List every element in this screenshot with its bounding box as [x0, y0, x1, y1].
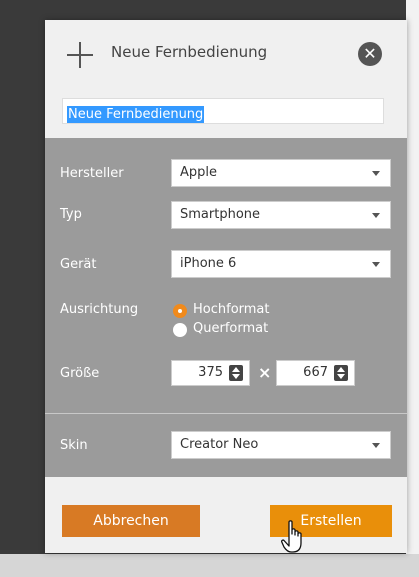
width-value: 375 [198, 365, 223, 380]
new-remote-dialog: Neue Fernbedienung ✕ Neue Fernbedienung … [45, 20, 407, 553]
hand-cursor-icon [281, 520, 302, 553]
radio-unchecked-icon[interactable] [173, 323, 187, 337]
chevron-down-icon [372, 262, 380, 267]
close-icon[interactable]: ✕ [358, 42, 382, 66]
skin-select[interactable]: Creator Neo [171, 431, 391, 459]
cancel-button[interactable]: Abbrechen [62, 505, 200, 537]
times-icon: × [258, 363, 272, 382]
type-label: Typ [60, 207, 82, 222]
skin-value: Creator Neo [180, 437, 259, 452]
spinner-arrows-icon[interactable] [229, 365, 243, 381]
background-app [406, 0, 419, 577]
manufacturer-label: Hersteller [60, 166, 124, 181]
orientation-portrait-label: Hochformat [193, 302, 270, 317]
size-label: Größe [60, 366, 100, 381]
orientation-landscape-label: Querformat [193, 321, 269, 336]
height-value: 667 [303, 365, 328, 380]
dialog-title: Neue Fernbedienung [111, 43, 268, 61]
device-select[interactable]: iPhone 6 [171, 250, 391, 278]
radio-checked-icon[interactable] [173, 304, 187, 318]
spinner-arrows-icon[interactable] [334, 365, 348, 381]
skin-label: Skin [60, 438, 88, 453]
divider [45, 413, 407, 414]
chevron-down-icon [372, 171, 380, 176]
orientation-label: Ausrichtung [60, 302, 139, 317]
chevron-down-icon [372, 443, 380, 448]
height-stepper[interactable]: 667 [276, 360, 355, 386]
type-select[interactable]: Smartphone [171, 201, 391, 229]
plus-icon [67, 42, 93, 68]
remote-name-input[interactable]: Neue Fernbedienung [62, 98, 384, 124]
device-label: Gerät [60, 257, 97, 272]
manufacturer-select[interactable]: Apple [171, 159, 391, 187]
remote-name-value: Neue Fernbedienung [67, 106, 205, 123]
type-value: Smartphone [180, 207, 261, 222]
device-value: iPhone 6 [180, 256, 237, 271]
background-app-bottom [0, 554, 419, 577]
width-stepper[interactable]: 375 [171, 360, 250, 386]
dialog-header: Neue Fernbedienung ✕ Neue Fernbedienung [45, 20, 407, 138]
chevron-down-icon [372, 213, 380, 218]
manufacturer-value: Apple [180, 165, 218, 180]
